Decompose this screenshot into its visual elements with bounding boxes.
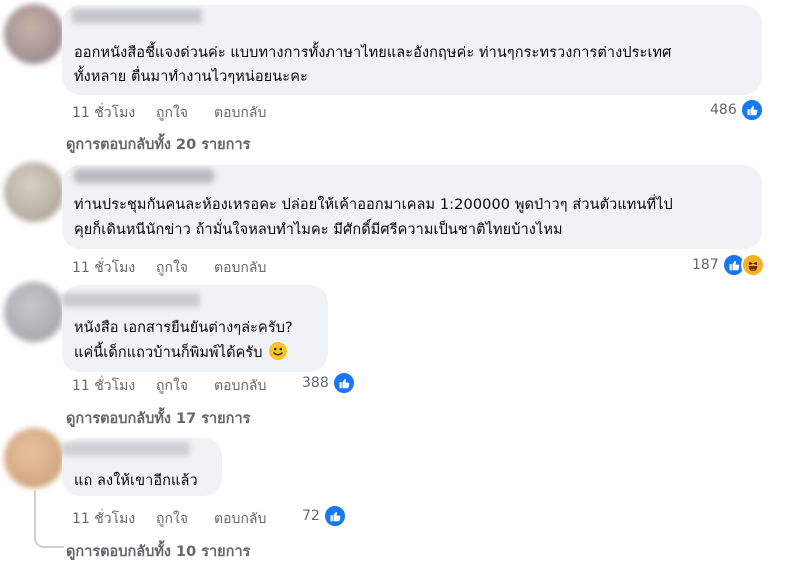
reaction-summary[interactable]: 388 — [302, 371, 356, 395]
timestamp-link[interactable]: 11 ชั่วโมง — [72, 508, 135, 530]
view-replies-link[interactable]: ดูการตอบกลับทั้ง 17 รายการ — [66, 407, 250, 430]
reply-button[interactable]: ตอบกลับ — [214, 257, 266, 279]
reply-button[interactable]: ตอบกลับ — [214, 375, 266, 397]
like-icon — [331, 371, 356, 395]
like-button[interactable]: ถูกใจ — [156, 375, 188, 397]
reply-thread-connector — [34, 490, 64, 548]
timestamp-link[interactable]: 11 ชั่วโมง — [72, 375, 135, 397]
smile-emoji-icon — [269, 342, 288, 360]
comment-bubble: แถ ลงให้เขาอีกแล้ว — [62, 438, 222, 496]
comment-text-line-1: หนังสือ เอกสารยืนยันต่างๆล่ะครับ? — [74, 320, 293, 336]
like-button[interactable]: ถูกใจ — [156, 257, 188, 279]
comment-text-line-2: ทั้งหลาย ตื่นมาทำงานไวๆหน่อยนะคะ — [74, 69, 308, 85]
author-name-blurred[interactable] — [62, 442, 190, 456]
view-replies-link[interactable]: ดูการตอบกลับทั้ง 10 รายการ — [66, 540, 250, 563]
reply-button[interactable]: ตอบกลับ — [214, 102, 266, 124]
like-button[interactable]: ถูกใจ — [156, 102, 188, 124]
like-icon — [322, 504, 347, 528]
comment-text-line-2: คุยก็เดินหนีนักข่าว ถ้ามั่นใจหลบทำไมคะ ม… — [74, 222, 563, 238]
comment-text-line-1: ท่านประชุมกันคนละห้องเหรอคะ ปล่อยให้เค้า… — [74, 197, 673, 213]
comment-bubble: หนังสือ เอกสารยืนยันต่างๆล่ะครับ? แค่นี้… — [62, 285, 328, 372]
reaction-count: 388 — [302, 375, 329, 391]
avatar[interactable] — [4, 162, 64, 222]
avatar[interactable] — [4, 4, 64, 64]
reaction-count: 486 — [710, 102, 737, 118]
reaction-count: 187 — [692, 257, 719, 273]
view-replies-link[interactable]: ดูการตอบกลับทั้ง 20 รายการ — [66, 133, 250, 156]
comment-text-line-2: แค่นี้เด็กแถวบ้านก็พิมพ์ได้ครับ — [74, 345, 263, 361]
reaction-summary[interactable]: 486 — [710, 98, 764, 122]
comments-section: ออกหนังสือชี้แจงด่วนค่ะ แบบทางการทั้งภาษ… — [0, 0, 800, 573]
reply-button[interactable]: ตอบกลับ — [214, 508, 266, 530]
like-button[interactable]: ถูกใจ — [156, 508, 188, 530]
author-name-blurred[interactable] — [72, 9, 202, 23]
comment-text-line-1: แถ ลงให้เขาอีกแล้ว — [74, 473, 198, 489]
comment-text-line-1: ออกหนังสือชี้แจงด่วนค่ะ แบบทางการทั้งภาษ… — [74, 45, 672, 61]
timestamp-link[interactable]: 11 ชั่วโมง — [72, 257, 135, 279]
comment-bubble: ท่านประชุมกันคนละห้องเหรอคะ ปล่อยให้เค้า… — [62, 165, 762, 249]
reaction-summary[interactable]: 187 — [692, 253, 765, 277]
author-name-blurred[interactable] — [62, 293, 200, 307]
reaction-count: 72 — [302, 508, 320, 524]
comment-text-line-2-wrap: แค่นี้เด็กแถวบ้านก็พิมพ์ได้ครับ — [74, 341, 288, 366]
haha-icon — [740, 253, 765, 277]
like-icon — [739, 98, 764, 122]
avatar[interactable] — [4, 282, 64, 342]
timestamp-link[interactable]: 11 ชั่วโมง — [72, 102, 135, 124]
comment-bubble: ออกหนังสือชี้แจงด่วนค่ะ แบบทางการทั้งภาษ… — [62, 5, 762, 95]
avatar[interactable] — [4, 428, 64, 488]
reaction-summary[interactable]: 72 — [302, 504, 347, 528]
author-name-blurred[interactable] — [74, 169, 214, 183]
